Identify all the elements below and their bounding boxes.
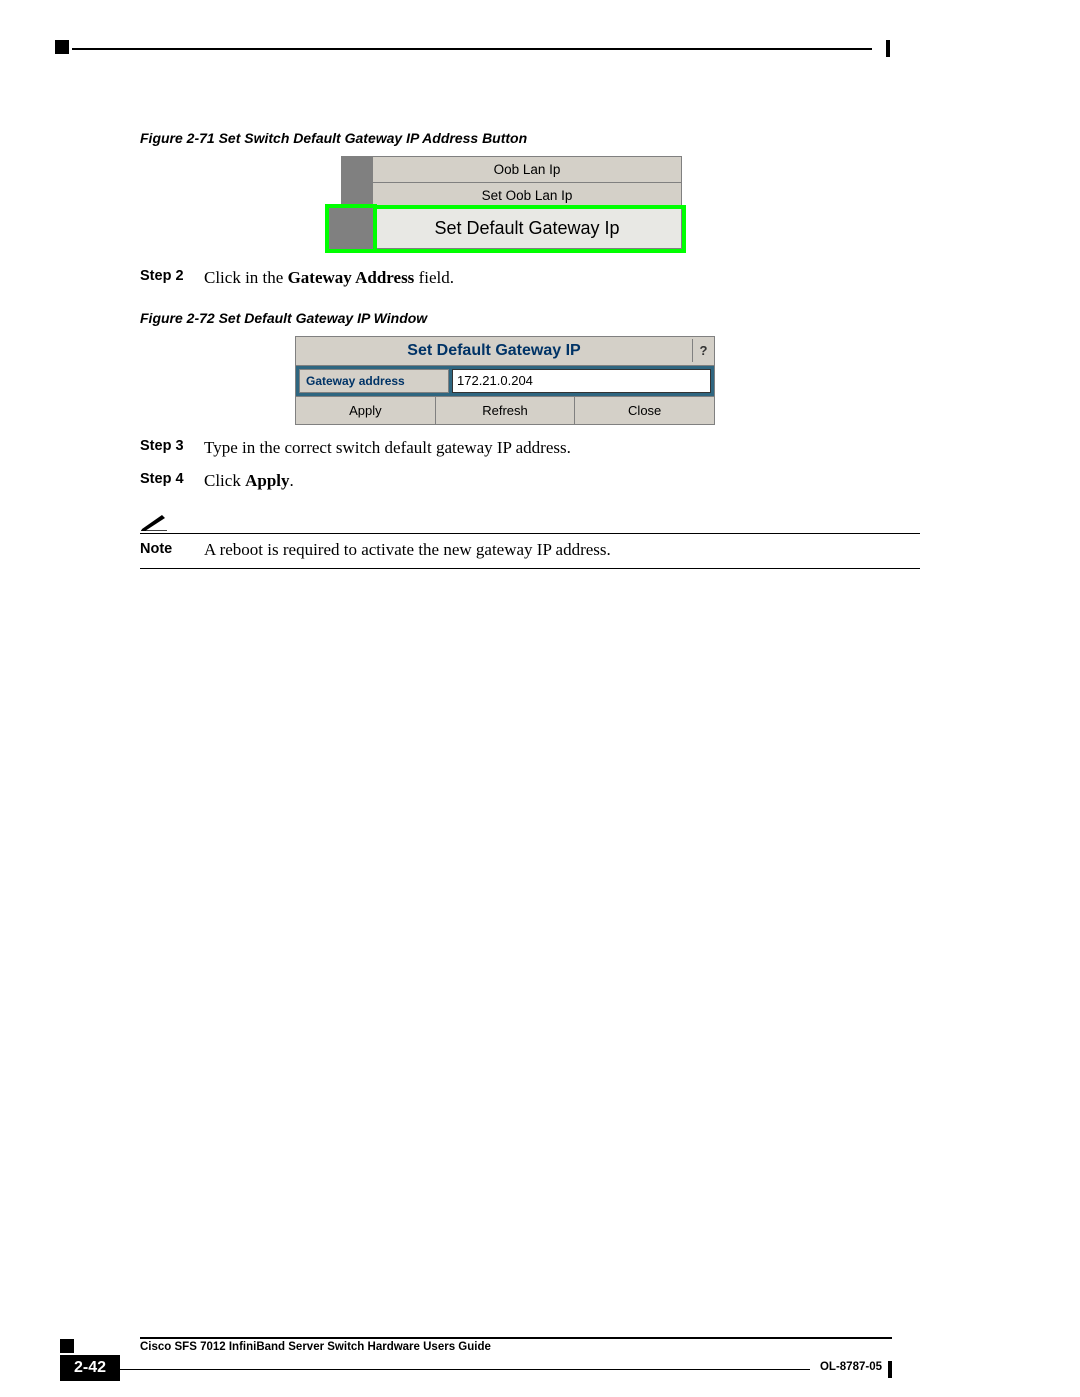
row-handle-icon bbox=[341, 156, 373, 183]
step-2: Step 2 Click in the Gateway Address fiel… bbox=[140, 267, 870, 290]
top-rule bbox=[72, 48, 872, 50]
field-name-bold: Gateway Address bbox=[288, 268, 415, 287]
divider bbox=[140, 533, 920, 534]
text: Click in the bbox=[204, 268, 288, 287]
note-label: Note bbox=[140, 540, 204, 560]
help-button[interactable]: ? bbox=[692, 339, 714, 362]
footer-crop-square bbox=[60, 1339, 74, 1353]
step-text: Click Apply. bbox=[204, 470, 870, 493]
row-handle-icon bbox=[341, 182, 373, 209]
footer-line bbox=[120, 1369, 810, 1381]
figure-71-label: Figure 2-71 Set Switch Default Gateway I… bbox=[140, 130, 870, 146]
step-text: Click in the Gateway Address field. bbox=[204, 267, 870, 290]
figure-72-label: Figure 2-72 Set Default Gateway IP Windo… bbox=[140, 310, 870, 326]
step-label: Step 3 bbox=[140, 437, 204, 460]
step-label: Step 4 bbox=[140, 470, 204, 493]
gateway-address-input[interactable] bbox=[452, 369, 711, 393]
page-number-badge: 2-42 bbox=[60, 1355, 120, 1381]
window-titlebar: Set Default Gateway IP ? bbox=[296, 337, 714, 366]
content-area: Figure 2-71 Set Switch Default Gateway I… bbox=[140, 40, 870, 569]
text: Click bbox=[204, 471, 245, 490]
step-text: Type in the correct switch default gatew… bbox=[204, 437, 870, 460]
apply-button[interactable]: Apply bbox=[296, 397, 436, 424]
footer-end-mark-icon bbox=[888, 1361, 892, 1378]
page-footer: Cisco SFS 7012 InfiniBand Server Switch … bbox=[60, 1337, 892, 1397]
step-3: Step 3 Type in the correct switch defaul… bbox=[140, 437, 870, 460]
window-title: Set Default Gateway IP bbox=[296, 337, 692, 365]
close-button[interactable]: Close bbox=[575, 397, 714, 424]
row-label: Oob Lan Ip bbox=[494, 162, 561, 177]
button-set-default-gateway-ip[interactable]: Set Default Gateway Ip bbox=[372, 209, 682, 249]
text: field. bbox=[414, 268, 454, 287]
action-bold: Apply bbox=[245, 471, 289, 490]
page: Figure 2-71 Set Switch Default Gateway I… bbox=[0, 0, 1080, 1397]
figure-72-window: Set Default Gateway IP ? Gateway address… bbox=[295, 336, 715, 425]
row-handle-icon bbox=[329, 208, 373, 249]
crop-mark-bar bbox=[886, 40, 890, 57]
crop-mark-square bbox=[55, 40, 69, 54]
window-body: Gateway address bbox=[296, 366, 714, 396]
step-4: Step 4 Click Apply. bbox=[140, 470, 870, 493]
row-label: Set Oob Lan Ip bbox=[482, 188, 573, 203]
note-block: Note A reboot is required to activate th… bbox=[140, 511, 870, 569]
footer-bar: 2-42 OL-8787-05 bbox=[60, 1355, 892, 1381]
step-label: Step 2 bbox=[140, 267, 204, 290]
footer-rule bbox=[140, 1337, 892, 1339]
button-set-oob-lan-ip[interactable]: Set Oob Lan Ip bbox=[372, 183, 682, 209]
refresh-button[interactable]: Refresh bbox=[436, 397, 576, 424]
note-text: A reboot is required to activate the new… bbox=[204, 540, 611, 560]
footer-doc-title: Cisco SFS 7012 InfiniBand Server Switch … bbox=[140, 1341, 892, 1355]
doc-id: OL-8787-05 bbox=[810, 1355, 882, 1381]
text: . bbox=[290, 471, 294, 490]
gateway-address-label: Gateway address bbox=[299, 369, 449, 393]
divider bbox=[140, 568, 920, 569]
window-button-bar: Apply Refresh Close bbox=[296, 396, 714, 424]
figure-71: Oob Lan Ip Set Oob Lan Ip Set Default Ga… bbox=[140, 156, 870, 249]
row-label: Set Default Gateway Ip bbox=[434, 218, 619, 238]
pencil-icon bbox=[140, 511, 168, 531]
button-oob-lan-ip[interactable]: Oob Lan Ip bbox=[372, 156, 682, 183]
